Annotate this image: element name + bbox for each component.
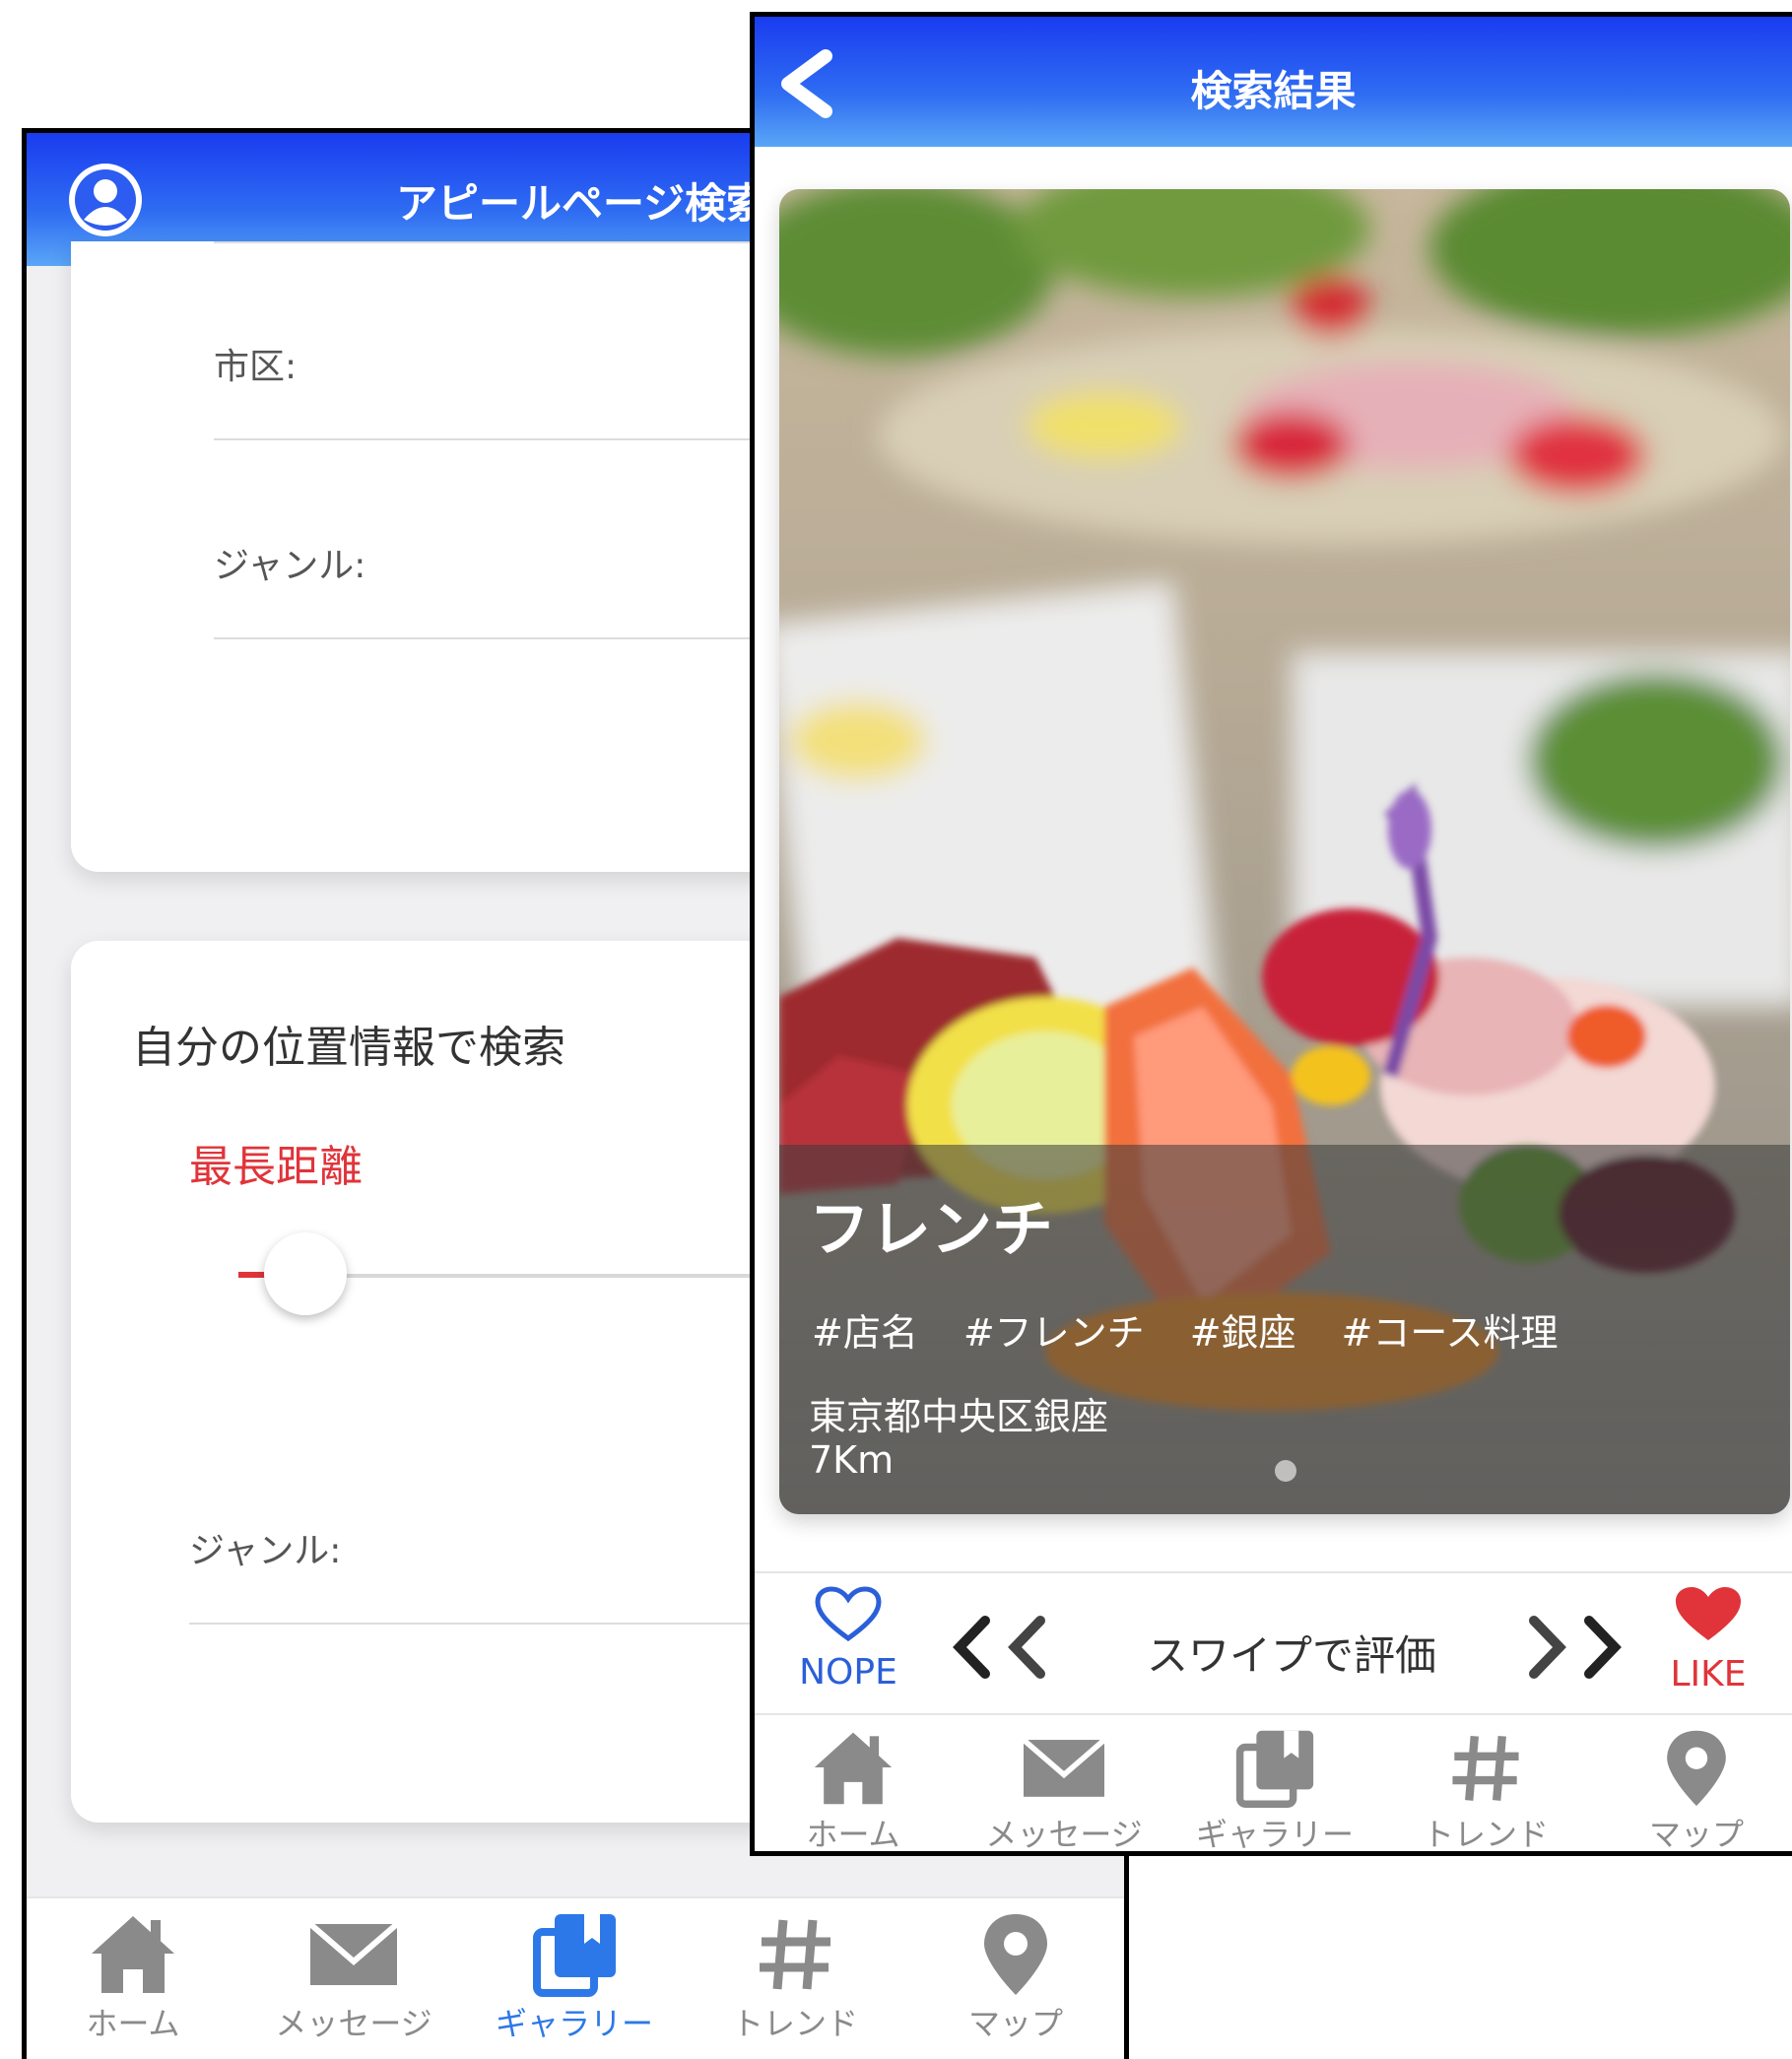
card-title: フレンチ (809, 1193, 1054, 1265)
mail-icon (1022, 1737, 1106, 1797)
tab-label: ギャラリー (495, 2005, 653, 2042)
home-icon (92, 1916, 174, 1993)
page-title: アピールページ検索 (396, 179, 768, 228)
genre-field-label: ジャンル: (214, 546, 366, 586)
hashtag-icon (1452, 1735, 1519, 1801)
tab-bar: ホーム メッセージ ギャラリー トレンド マップ (27, 1896, 1124, 2059)
profile-icon[interactable] (66, 161, 145, 239)
like-label: LIKE (1670, 1654, 1747, 1694)
tag[interactable]: #コース料理 (1342, 1311, 1559, 1355)
tab-label: ホーム (86, 2005, 180, 2042)
city-field-label: 市区: (214, 347, 298, 387)
tab-trend[interactable]: トレンド (697, 1910, 894, 2044)
map-pin-icon (1667, 1730, 1726, 1807)
double-chevron-right-icon (1529, 1616, 1622, 1679)
tab-label: マップ (967, 2005, 1063, 2042)
search-results-screen: 検索結果 フレンチ #店名 #フレンチ #銀座 #コース料理 東京都中央区銀座 … (750, 12, 1792, 1856)
tag[interactable]: #銀座 (1190, 1311, 1296, 1355)
result-card[interactable]: フレンチ #店名 #フレンチ #銀座 #コース料理 東京都中央区銀座 7Km (779, 189, 1790, 1514)
tab-gallery[interactable]: ギャラリー (1176, 1727, 1373, 1853)
tab-label: マップ (1648, 1816, 1744, 1853)
tab-home[interactable]: ホーム (34, 1910, 232, 2044)
swipe-hint: スワイプで評価 (1147, 1631, 1437, 1680)
mail-icon (308, 1921, 399, 1985)
swipe-rating-bar: NOPE スワイプで評価 LIKE (755, 1571, 1792, 1713)
tab-label: ギャラリー (1195, 1816, 1354, 1853)
distance-slider-fill (238, 1272, 266, 1278)
distance-text: 7Km (809, 1438, 895, 1482)
tab-label: ホーム (806, 1816, 900, 1853)
double-chevron-left-icon (953, 1616, 1045, 1679)
distance-slider-handle[interactable] (264, 1232, 347, 1315)
tab-label: メッセージ (275, 2005, 432, 2042)
tab-label: トレンド (1422, 1816, 1549, 1853)
address-text: 東京都中央区銀座 (809, 1395, 1109, 1438)
like-button[interactable]: LIKE (1649, 1585, 1767, 1694)
hashtag-icon (760, 1919, 830, 1990)
tab-label: メッセージ (985, 1816, 1143, 1853)
section-title: 自分の位置情報で検索 (132, 1023, 565, 1073)
max-distance-label: 最長距離 (189, 1142, 363, 1192)
heart-filled-icon (1676, 1587, 1741, 1640)
tab-label: トレンド (731, 2005, 858, 2042)
tag[interactable]: #店名 (812, 1311, 918, 1355)
gallery-icon (533, 1914, 616, 1997)
tab-map[interactable]: マップ (1598, 1727, 1792, 1853)
tag-list: #店名 #フレンチ #銀座 #コース料理 (812, 1302, 1603, 1357)
tab-home[interactable]: ホーム (755, 1727, 952, 1853)
tab-messages[interactable]: メッセージ (965, 1727, 1162, 1853)
header-bar: 検索結果 (755, 17, 1792, 147)
tab-gallery[interactable]: ギャラリー (476, 1910, 673, 2044)
page-indicator-dot (1275, 1460, 1296, 1482)
tab-map[interactable]: マップ (917, 1910, 1114, 2044)
nope-label: NOPE (799, 1652, 897, 1693)
genre-field-label: ジャンル: (189, 1531, 342, 1571)
tag[interactable]: #フレンチ (963, 1311, 1145, 1355)
gallery-icon (1235, 1730, 1314, 1808)
tab-messages[interactable]: メッセージ (255, 1910, 452, 2044)
page-title: 検索結果 (1190, 67, 1357, 115)
map-pin-icon (984, 1914, 1047, 1995)
heart-outline-icon (815, 1586, 882, 1642)
nope-button[interactable]: NOPE (789, 1585, 907, 1693)
home-icon (814, 1732, 893, 1805)
tab-trend[interactable]: トレンド (1387, 1727, 1584, 1853)
tab-bar: ホーム メッセージ ギャラリー トレンド マップ (755, 1713, 1792, 1853)
